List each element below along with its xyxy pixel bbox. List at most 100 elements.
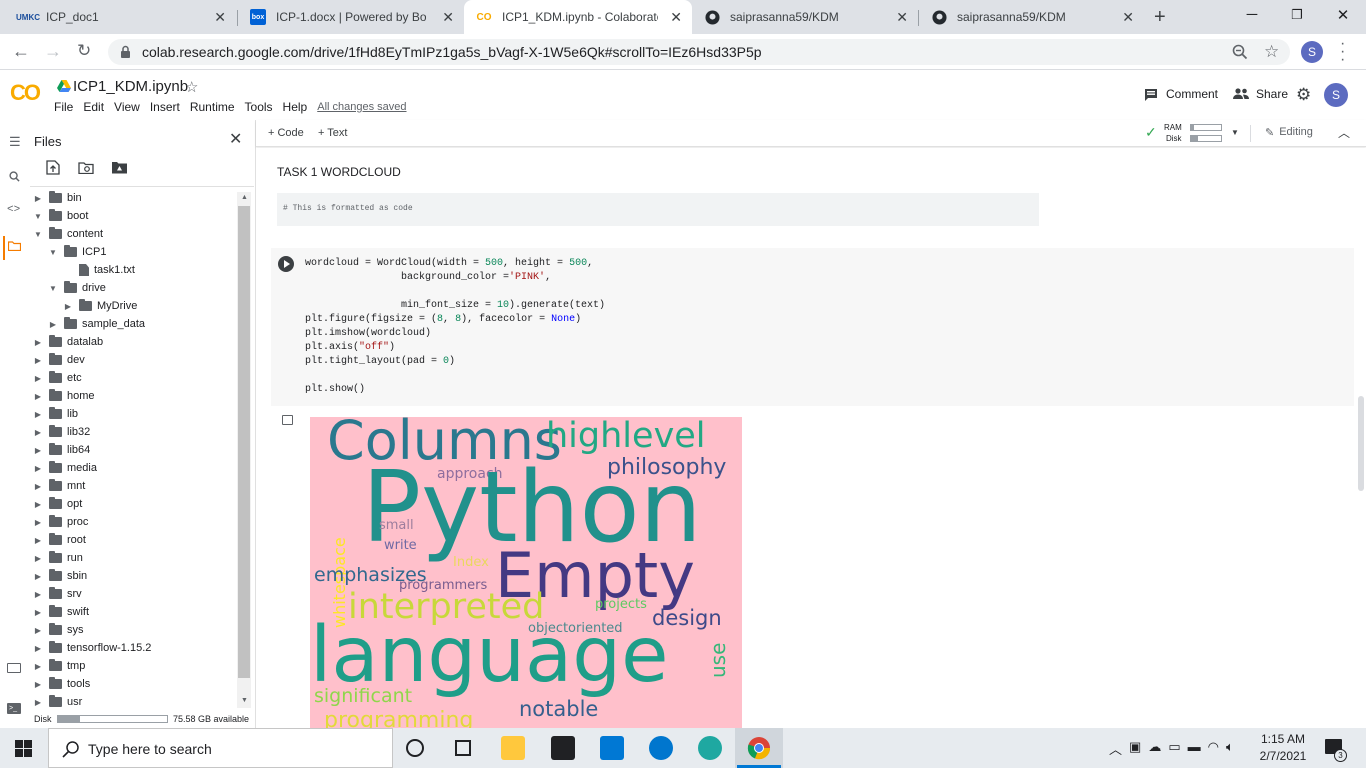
add-code-button[interactable]: + Code <box>268 127 304 139</box>
folder-item[interactable]: ▶ sys <box>33 621 84 639</box>
restore-button[interactable]: ❐ <box>1285 7 1309 23</box>
windows-start-icon[interactable] <box>15 740 32 757</box>
folder-item[interactable]: ▶ sbin <box>33 567 87 585</box>
output-icon[interactable] <box>282 415 293 425</box>
chevron-right-icon[interactable]: ▶ <box>33 572 43 581</box>
collapse-header-icon[interactable]: ︿ <box>1338 124 1350 141</box>
ram-meter[interactable] <box>1190 124 1222 131</box>
run-cell-button[interactable] <box>278 256 294 272</box>
folder-item[interactable]: ▶ lib64 <box>33 441 90 459</box>
reload-icon[interactable]: ↻ <box>77 41 91 61</box>
folder-item[interactable]: ▶ lib32 <box>33 423 90 441</box>
chevron-right-icon[interactable]: ▶ <box>33 536 43 545</box>
folder-item[interactable]: ▶ MyDrive <box>63 297 137 315</box>
mount-drive-icon[interactable] <box>111 161 128 174</box>
share-button[interactable]: Share <box>1233 87 1288 101</box>
chevron-right-icon[interactable]: ▶ <box>33 356 43 365</box>
battery-icon[interactable]: ▬ <box>1188 739 1201 758</box>
folder-item[interactable]: ▶ tools <box>33 675 90 693</box>
chevron-right-icon[interactable]: ▶ <box>33 446 43 455</box>
chevron-right-icon[interactable]: ▶ <box>33 194 43 203</box>
profile-avatar[interactable]: S <box>1301 41 1323 63</box>
chevron-right-icon[interactable]: ▶ <box>33 482 43 491</box>
edge-icon[interactable] <box>698 736 722 760</box>
folder-item[interactable]: ▶ swift <box>33 603 89 621</box>
close-icon[interactable]: ✕ <box>896 9 908 26</box>
terminal-icon[interactable]: >_ <box>7 703 21 714</box>
chevron-right-icon[interactable]: ▶ <box>33 518 43 527</box>
folder-item[interactable]: ▶ proc <box>33 513 88 531</box>
chevron-right-icon[interactable]: ▶ <box>33 428 43 437</box>
star-icon[interactable]: ☆ <box>185 78 198 96</box>
folder-item[interactable]: ▶ etc <box>33 369 82 387</box>
folder-item[interactable]: ▶ sample_data <box>48 315 145 333</box>
comment-button[interactable]: Comment <box>1144 87 1218 101</box>
folder-item[interactable]: ▼ drive <box>48 279 106 297</box>
browser-tab-2[interactable]: box ICP-1.docx | Powered by Box ✕ <box>238 0 464 34</box>
close-icon[interactable]: ✕ <box>442 9 454 26</box>
refresh-folder-icon[interactable] <box>78 161 94 174</box>
chevron-right-icon[interactable]: ▶ <box>33 626 43 635</box>
clock-date[interactable]: 2/7/2021 <box>1256 749 1310 763</box>
folder-item[interactable]: ▶ root <box>33 531 86 549</box>
folder-item[interactable]: ▶ opt <box>33 495 82 513</box>
browser-tab-3-active[interactable]: CO ICP1_KDM.ipynb - Colaborator ✕ <box>464 0 692 34</box>
menu-runtime[interactable]: Runtime <box>190 100 235 114</box>
chevron-right-icon[interactable]: ▶ <box>33 338 43 347</box>
add-text-button[interactable]: + Text <box>318 127 347 139</box>
new-tab-button[interactable]: + <box>1154 6 1166 29</box>
folder-item[interactable]: ▶ datalab <box>33 333 103 351</box>
chevron-right-icon[interactable]: ▶ <box>33 644 43 653</box>
folder-item[interactable]: ▶ home <box>33 387 95 405</box>
chevron-right-icon[interactable]: ▶ <box>33 500 43 509</box>
code-editor[interactable]: wordcloud = WordCloud(width = 500, heigh… <box>305 257 605 397</box>
folder-item[interactable]: ▶ bin <box>33 189 82 207</box>
menu-file[interactable]: File <box>54 100 73 114</box>
chevron-right-icon[interactable]: ▶ <box>33 374 43 383</box>
chrome-icon[interactable] <box>747 736 771 760</box>
minimize-button[interactable]: ─ <box>1240 6 1264 23</box>
close-icon[interactable]: ✕ <box>1122 9 1134 26</box>
close-icon[interactable]: ✕ <box>670 9 682 26</box>
monitor-icon[interactable]: ▭ <box>1168 739 1180 758</box>
close-panel-icon[interactable]: ✕ <box>229 129 242 149</box>
browser-tab-1[interactable]: UMKC ICP_doc1 ✕ <box>8 0 236 34</box>
folder-icon[interactable] <box>8 241 21 251</box>
chevron-down-icon[interactable]: ▼ <box>48 248 58 257</box>
search-icon[interactable] <box>9 171 20 182</box>
text-cell[interactable]: TASK 1 WORDCLOUD # This is formatted as … <box>256 154 1356 240</box>
chevron-down-icon[interactable]: ▼ <box>48 284 58 293</box>
upload-icon[interactable] <box>46 160 60 175</box>
task-view-icon[interactable] <box>455 740 471 756</box>
settings-gear-icon[interactable]: ⚙ <box>1296 85 1311 105</box>
chevron-up-icon[interactable]: ︿ <box>1109 739 1122 758</box>
folder-item[interactable]: ▶ lib <box>33 405 78 423</box>
close-window-button[interactable]: ✕ <box>1331 6 1355 24</box>
close-icon[interactable]: ✕ <box>214 9 226 26</box>
back-icon[interactable]: ← <box>12 41 30 62</box>
editing-mode-button[interactable]: ✎ Editing <box>1265 126 1313 139</box>
chevron-right-icon[interactable]: ▶ <box>33 662 43 671</box>
volume-icon[interactable]: 🔈︎ <box>1226 739 1234 758</box>
folder-item[interactable]: ▼ ICP1 <box>48 243 106 261</box>
wifi-icon[interactable]: ◠ <box>1208 739 1219 758</box>
disk-meter[interactable] <box>1190 135 1222 142</box>
folder-item[interactable]: ▼ content <box>33 225 103 243</box>
chevron-right-icon[interactable]: ▶ <box>33 590 43 599</box>
menu-tools[interactable]: Tools <box>245 100 273 114</box>
chevron-right-icon[interactable]: ▶ <box>33 608 43 617</box>
chevron-down-icon[interactable]: ▼ <box>33 230 43 239</box>
chevron-right-icon[interactable]: ▶ <box>33 392 43 401</box>
dell-icon[interactable] <box>649 736 673 760</box>
folder-item[interactable]: ▶ mnt <box>33 477 85 495</box>
folder-item[interactable]: ▶ run <box>33 549 83 567</box>
account-avatar[interactable]: S <box>1324 83 1348 107</box>
files-scrollbar[interactable]: ▲ ▼ <box>237 192 251 708</box>
menu-edit[interactable]: Edit <box>83 100 104 114</box>
forward-icon[interactable]: → <box>44 41 62 62</box>
folder-item[interactable]: ▶ srv <box>33 585 82 603</box>
folder-item[interactable]: ▶ tmp <box>33 657 85 675</box>
chevron-right-icon[interactable]: ▶ <box>63 302 73 311</box>
chevron-right-icon[interactable]: ▶ <box>33 464 43 473</box>
file-explorer-icon[interactable] <box>501 736 525 760</box>
